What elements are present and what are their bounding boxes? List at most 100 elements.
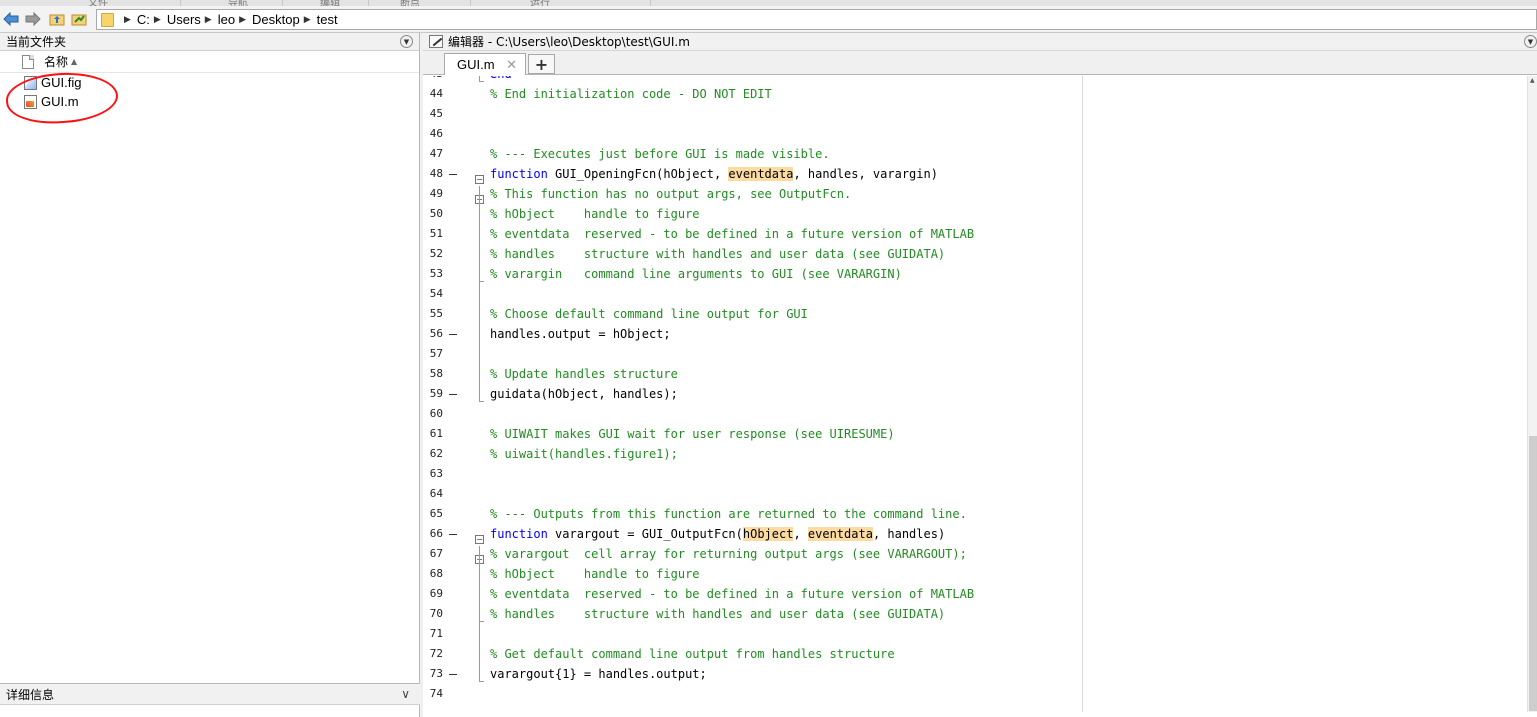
up-folder-button[interactable] — [49, 12, 65, 26]
code-line[interactable]: function GUI_OpeningFcn(hObject, eventda… — [490, 164, 938, 184]
code-line[interactable]: % varargout cell array for returning out… — [490, 544, 967, 564]
executable-line-marker[interactable] — [449, 334, 457, 335]
chevron-right-icon[interactable]: ▶ — [239, 15, 246, 25]
code-line[interactable]: handles.output = hObject; — [490, 324, 671, 344]
code-token: guidata(hObject, handles); — [490, 387, 678, 401]
m-file-icon — [24, 94, 37, 109]
line-number: 69 — [429, 587, 443, 600]
code-line[interactable]: guidata(hObject, handles); — [490, 384, 678, 404]
line-number: 57 — [429, 347, 443, 360]
executable-line-marker[interactable] — [449, 174, 457, 175]
code-line[interactable]: % Get default command line output from h… — [490, 644, 895, 664]
close-icon[interactable]: ✕ — [506, 57, 517, 73]
line-number: 52 — [429, 247, 443, 260]
scrollbar-thumb[interactable] — [1529, 436, 1537, 711]
code-line[interactable]: % eventdata reserved - to be defined in … — [490, 224, 974, 244]
executable-line-marker[interactable] — [449, 394, 457, 395]
comment-token: % eventdata reserved - to be defined in … — [490, 227, 975, 241]
fold-guide — [479, 546, 480, 681]
editor-panel: 编辑器 - C:\Users\leo\Desktop\test\GUI.m ▼ … — [423, 33, 1537, 717]
tab-label: GUI.m — [457, 57, 495, 72]
line-number: 44 — [429, 87, 443, 100]
breakpoint-gutter[interactable] — [449, 76, 461, 712]
fold-toggle[interactable]: − — [475, 175, 484, 184]
comment-token: % --- Executes just before GUI is made v… — [490, 147, 830, 161]
code-line[interactable]: % hObject handle to figure — [490, 204, 700, 224]
chevron-down-icon[interactable]: ∨ — [401, 687, 410, 701]
code-line[interactable]: % handles structure with handles and use… — [490, 604, 945, 624]
code-line[interactable]: % --- Executes just before GUI is made v… — [490, 144, 830, 164]
code-line[interactable]: % Update handles structure — [490, 364, 678, 384]
name-column-header[interactable]: 名称 ▲ — [0, 51, 419, 73]
crumb-test[interactable]: test — [317, 12, 338, 27]
fold-toggle[interactable]: − — [475, 535, 484, 544]
panel-menu-icon[interactable]: ▼ — [1524, 35, 1537, 48]
path-breadcrumb[interactable]: ▶ C: ▶ Users ▶ leo ▶ Desktop ▶ test — [96, 9, 1537, 30]
line-number: 54 — [429, 287, 443, 300]
crumb-users[interactable]: Users — [167, 12, 201, 27]
forward-button[interactable] — [25, 12, 41, 26]
keyword-token: end — [490, 76, 512, 81]
code-line[interactable]: % hObject handle to figure — [490, 564, 700, 584]
chevron-right-icon[interactable]: ▶ — [154, 15, 161, 25]
back-button[interactable] — [3, 12, 19, 26]
executable-line-marker[interactable] — [449, 674, 457, 675]
line-number: 61 — [429, 427, 443, 440]
comment-token: % hObject handle to figure — [490, 567, 700, 581]
code-line[interactable]: % This function has no output args, see … — [490, 184, 851, 204]
code-line[interactable]: % eventdata reserved - to be defined in … — [490, 584, 974, 604]
line-number: 66 — [429, 527, 443, 540]
code-token: , handles, varargin) — [793, 167, 938, 181]
code-token: varargout{1} = handles.output; — [490, 667, 707, 681]
chevron-right-icon[interactable]: ▶ — [124, 15, 131, 25]
code-line[interactable]: % handles structure with handles and use… — [490, 244, 945, 264]
sort-ascending-icon: ▲ — [71, 57, 78, 66]
comment-token: % End initialization code - DO NOT EDIT — [490, 87, 772, 101]
code-token: , handles) — [872, 527, 946, 541]
crumb-desktop[interactable]: Desktop — [252, 12, 300, 27]
line-number: 58 — [429, 367, 443, 380]
code-line[interactable]: % UIWAIT makes GUI wait for user respons… — [490, 424, 895, 444]
comment-token: % handles structure with handles and use… — [490, 247, 946, 261]
code-area[interactable]: 43 44 45 46 47 48 49 50 51 52 53 54 55 56 57 58 59 60 61 62… — [423, 76, 1527, 712]
code-line[interactable]: % Choose default command line output for… — [490, 304, 808, 324]
code-line[interactable]: % --- Outputs from this function are ret… — [490, 504, 967, 524]
chevron-right-icon[interactable]: ▶ — [304, 15, 311, 25]
line-number: 53 — [429, 267, 443, 280]
code-line[interactable]: % uiwait(handles.figure1); — [490, 444, 678, 464]
browse-folder-icon — [71, 14, 87, 26]
right-margin-line — [1082, 76, 1083, 712]
comment-token: % Update handles structure — [490, 367, 678, 381]
executable-line-marker[interactable] — [449, 534, 457, 535]
line-number: 64 — [429, 487, 443, 500]
browse-folder-button[interactable] — [71, 12, 87, 26]
crumb-leo[interactable]: leo — [218, 12, 235, 27]
scroll-up-icon[interactable]: ▲ — [1530, 77, 1535, 84]
line-number: 73 — [429, 667, 443, 680]
comment-token: % hObject handle to figure — [490, 207, 700, 221]
line-number: 55 — [429, 307, 443, 320]
line-number: 68 — [429, 567, 443, 580]
add-tab-button[interactable]: + — [528, 54, 555, 74]
current-folder-header: 当前文件夹 ▼ — [0, 33, 419, 51]
code-line[interactable]: function varargout = GUI_OutputFcn(hObje… — [490, 524, 945, 544]
file-name: GUI.m — [41, 94, 79, 109]
code-line[interactable]: % varargin command line arguments to GUI… — [490, 264, 902, 284]
details-title: 详细信息 — [6, 687, 55, 702]
vertical-scrollbar[interactable]: ▲ — [1527, 76, 1537, 712]
code-line[interactable]: end — [490, 76, 512, 84]
code-line[interactable]: varargout{1} = handles.output; — [490, 664, 707, 684]
code-lines[interactable]: end % End initialization code - DO NOT ED… — [490, 76, 1490, 712]
panel-menu-icon[interactable]: ▼ — [400, 35, 413, 48]
chevron-right-icon[interactable]: ▶ — [205, 15, 212, 25]
fold-guide — [479, 681, 484, 682]
tab-gui-m[interactable]: GUI.m ✕ — [444, 53, 526, 75]
file-item-gui-m[interactable]: GUI.m — [0, 92, 419, 111]
file-item-gui-fig[interactable]: GUI.fig — [0, 73, 419, 92]
crumb-drive[interactable]: C: — [137, 12, 150, 27]
file-name: GUI.fig — [41, 75, 82, 90]
code-line[interactable]: % End initialization code - DO NOT EDIT — [490, 84, 772, 104]
details-header[interactable]: 详细信息 ∨ — [0, 683, 420, 705]
highlighted-token: hObject — [742, 527, 794, 541]
current-folder-panel: 当前文件夹 ▼ 名称 ▲ GUI.fig GUI.m 详细信息 ∨ — [0, 33, 420, 717]
